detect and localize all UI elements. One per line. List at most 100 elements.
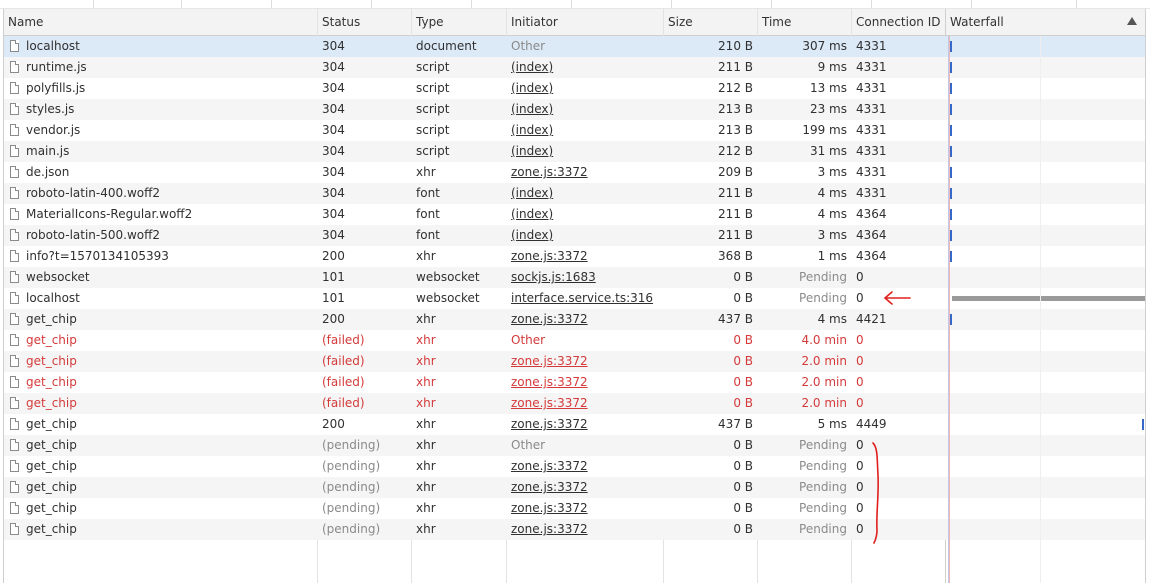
column-header-connection-id[interactable]: Connection ID [852, 9, 946, 35]
request-initiator: zone.js:3372 [507, 414, 663, 435]
table-row[interactable]: get_chip (failed) xhr zone.js:3372 0 B 2.0 mi… [4, 393, 1145, 414]
file-icon [10, 250, 19, 262]
initiator-link[interactable]: interface.service.ts:316 [511, 291, 653, 305]
initiator-link[interactable]: (index) [511, 207, 553, 221]
request-name[interactable]: runtime.js [4, 57, 317, 78]
waterfall-cell [946, 477, 1145, 498]
request-name[interactable]: localhost [4, 288, 317, 309]
column-header-status[interactable]: Status [318, 9, 412, 35]
table-row[interactable]: get_chip (failed) xhr zone.js:3372 0 B 2.0 mi… [4, 372, 1145, 393]
request-type: xhr [416, 438, 436, 452]
request-name[interactable]: MaterialIcons-Regular.woff2 [4, 204, 317, 225]
initiator-link[interactable]: (index) [511, 60, 553, 74]
request-time: 23 ms [809, 102, 847, 116]
sort-ascending-icon[interactable] [1127, 17, 1137, 25]
initiator-link[interactable]: zone.js:3372 [511, 501, 588, 515]
initiator-link[interactable]: zone.js:3372 [511, 312, 588, 326]
waterfall-cell [946, 141, 1145, 162]
request-name[interactable]: get_chip [4, 477, 317, 498]
initiator-link[interactable]: zone.js:3372 [511, 354, 588, 368]
file-icon [10, 103, 19, 115]
column-header-waterfall[interactable]: Waterfall [946, 9, 1145, 35]
request-name[interactable]: get_chip [4, 519, 317, 540]
table-row[interactable]: styles.js 304 script (index) 213 B 23 ms 4331 [4, 99, 1145, 120]
request-name[interactable]: get_chip [4, 351, 317, 372]
request-name[interactable]: get_chip [4, 435, 317, 456]
table-row[interactable]: MaterialIcons-Regular.woff2 304 font (index… [4, 204, 1145, 225]
request-type: xhr [416, 522, 436, 536]
column-header-initiator[interactable]: Initiator [507, 9, 664, 35]
table-row[interactable]: get_chip 200 xhr zone.js:3372 437 B 5 ms 4449 [4, 414, 1145, 435]
table-row[interactable]: runtime.js 304 script (index) 211 B 9 ms 4331 [4, 57, 1145, 78]
table-row[interactable]: localhost 304 document Other 210 B 307 ms 4331 [4, 36, 1145, 57]
initiator-link[interactable]: zone.js:3372 [511, 165, 588, 179]
table-row[interactable]: de.json 304 xhr zone.js:3372 209 B 3 ms 4331 [4, 162, 1145, 183]
table-row[interactable]: roboto-latin-400.woff2 304 font (index) 211 … [4, 183, 1145, 204]
file-icon [10, 292, 19, 304]
waterfall-cell [946, 498, 1145, 519]
request-name[interactable]: polyfills.js [4, 78, 317, 99]
request-name[interactable]: get_chip [4, 498, 317, 519]
initiator-link[interactable]: (index) [511, 123, 553, 137]
initiator-link[interactable]: zone.js:3372 [511, 522, 588, 536]
initiator-link[interactable]: (index) [511, 228, 553, 242]
request-name[interactable]: get_chip [4, 414, 317, 435]
column-header-name[interactable]: Name [4, 9, 318, 35]
request-name[interactable]: websocket [4, 267, 317, 288]
table-row[interactable]: main.js 304 script (index) 212 B 31 ms 4331 [4, 141, 1145, 162]
request-name[interactable]: get_chip [4, 372, 317, 393]
column-header-size[interactable]: Size [664, 9, 758, 35]
table-row[interactable]: vendor.js 304 script (index) 213 B 199 ms 4331 [4, 120, 1145, 141]
request-name[interactable]: localhost [4, 36, 317, 57]
table-row[interactable]: localhost 101 websocket interface.service.t… [4, 288, 1145, 309]
request-name[interactable]: get_chip [4, 393, 317, 414]
request-name[interactable]: roboto-latin-500.woff2 [4, 225, 317, 246]
request-name[interactable]: vendor.js [4, 120, 317, 141]
initiator-link[interactable]: (index) [511, 144, 553, 158]
initiator-link[interactable]: zone.js:3372 [511, 417, 588, 431]
request-type: document [416, 39, 477, 53]
initiator-link[interactable]: zone.js:3372 [511, 480, 588, 494]
request-name[interactable]: roboto-latin-400.woff2 [4, 183, 317, 204]
table-row[interactable]: roboto-latin-500.woff2 304 font (index) 211 … [4, 225, 1145, 246]
request-size: 0 B [733, 354, 753, 368]
request-connection-id: 4331 [856, 186, 887, 200]
table-row[interactable]: get_chip (pending) xhr zone.js:3372 0 B Pendi… [4, 456, 1145, 477]
table-row[interactable]: websocket 101 websocket sockjs.js:1683 0 B Pe… [4, 267, 1145, 288]
request-status: 304 [322, 144, 345, 158]
request-name[interactable]: de.json [4, 162, 317, 183]
request-name[interactable]: get_chip [4, 456, 317, 477]
initiator-link[interactable]: (index) [511, 102, 553, 116]
waterfall-load-line [949, 36, 950, 583]
table-row[interactable]: get_chip (pending) xhr zone.js:3372 0 B Pendi… [4, 519, 1145, 540]
request-name[interactable]: info?t=1570134105393 [4, 246, 317, 267]
initiator-link[interactable]: zone.js:3372 [511, 459, 588, 473]
table-row[interactable]: get_chip (pending) xhr zone.js:3372 0 B Pendi… [4, 477, 1145, 498]
table-row[interactable]: get_chip (failed) xhr Other 0 B 4.0 min 0 [4, 330, 1145, 351]
request-time: 2.0 min [801, 396, 847, 410]
table-row[interactable]: polyfills.js 304 script (index) 212 B 13 ms 43… [4, 78, 1145, 99]
table-row[interactable]: get_chip (failed) xhr zone.js:3372 0 B 2.0 mi… [4, 351, 1145, 372]
initiator-link[interactable]: zone.js:3372 [511, 396, 588, 410]
table-row[interactable]: get_chip (pending) xhr Other 0 B Pending 0 [4, 435, 1145, 456]
initiator-link[interactable]: zone.js:3372 [511, 375, 588, 389]
request-time: 4.0 min [801, 333, 847, 347]
column-header-type[interactable]: Type [412, 9, 507, 35]
initiator-link[interactable]: sockjs.js:1683 [511, 270, 596, 284]
column-header-time[interactable]: Time [758, 9, 852, 35]
initiator-link[interactable]: zone.js:3372 [511, 249, 588, 263]
request-name[interactable]: get_chip [4, 309, 317, 330]
table-row[interactable]: get_chip 200 xhr zone.js:3372 437 B 4 ms 4421 [4, 309, 1145, 330]
initiator-link[interactable]: (index) [511, 81, 553, 95]
file-icon [10, 82, 19, 94]
request-status: (pending) [322, 459, 381, 473]
request-type: websocket [416, 291, 480, 305]
request-name[interactable]: main.js [4, 141, 317, 162]
file-icon [10, 61, 19, 73]
table-row[interactable]: get_chip (pending) xhr zone.js:3372 0 B Pendi… [4, 498, 1145, 519]
initiator-link[interactable]: (index) [511, 186, 553, 200]
request-name[interactable]: get_chip [4, 330, 317, 351]
request-name[interactable]: styles.js [4, 99, 317, 120]
table-row[interactable]: info?t=1570134105393 200 xhr zone.js:3372 36… [4, 246, 1145, 267]
request-size: 212 B [718, 81, 753, 95]
